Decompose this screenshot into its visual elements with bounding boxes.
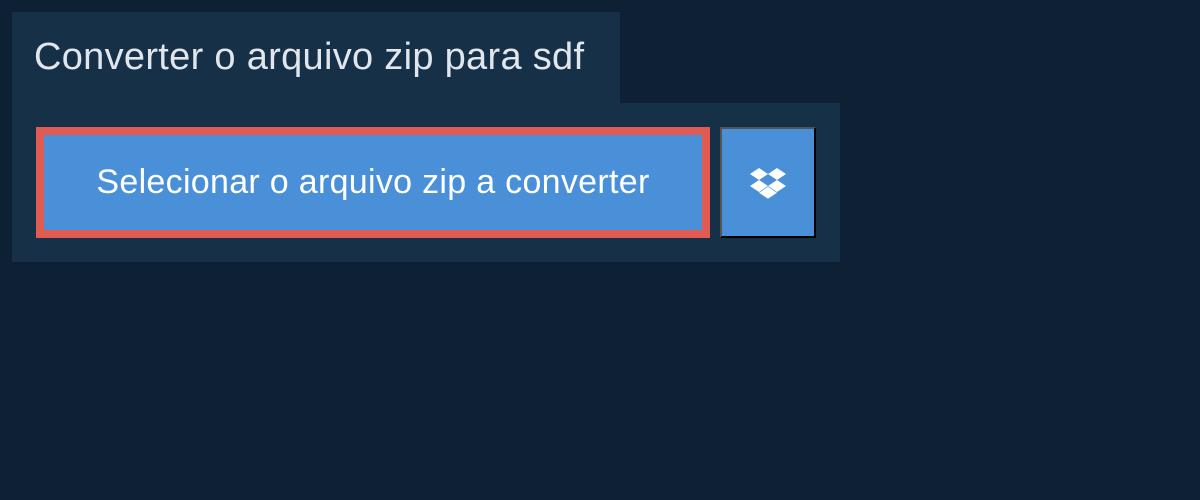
select-file-button[interactable]: Selecionar o arquivo zip a converter [36,127,710,238]
select-file-button-label: Selecionar o arquivo zip a converter [96,163,649,202]
page-title-text: Converter o arquivo zip para sdf [34,36,584,78]
button-row: Selecionar o arquivo zip a converter [12,103,840,262]
dropbox-icon [750,165,786,201]
converter-container: Converter o arquivo zip para sdf Selecio… [0,0,1200,262]
page-title: Converter o arquivo zip para sdf [12,12,620,103]
dropbox-button[interactable] [720,127,816,238]
